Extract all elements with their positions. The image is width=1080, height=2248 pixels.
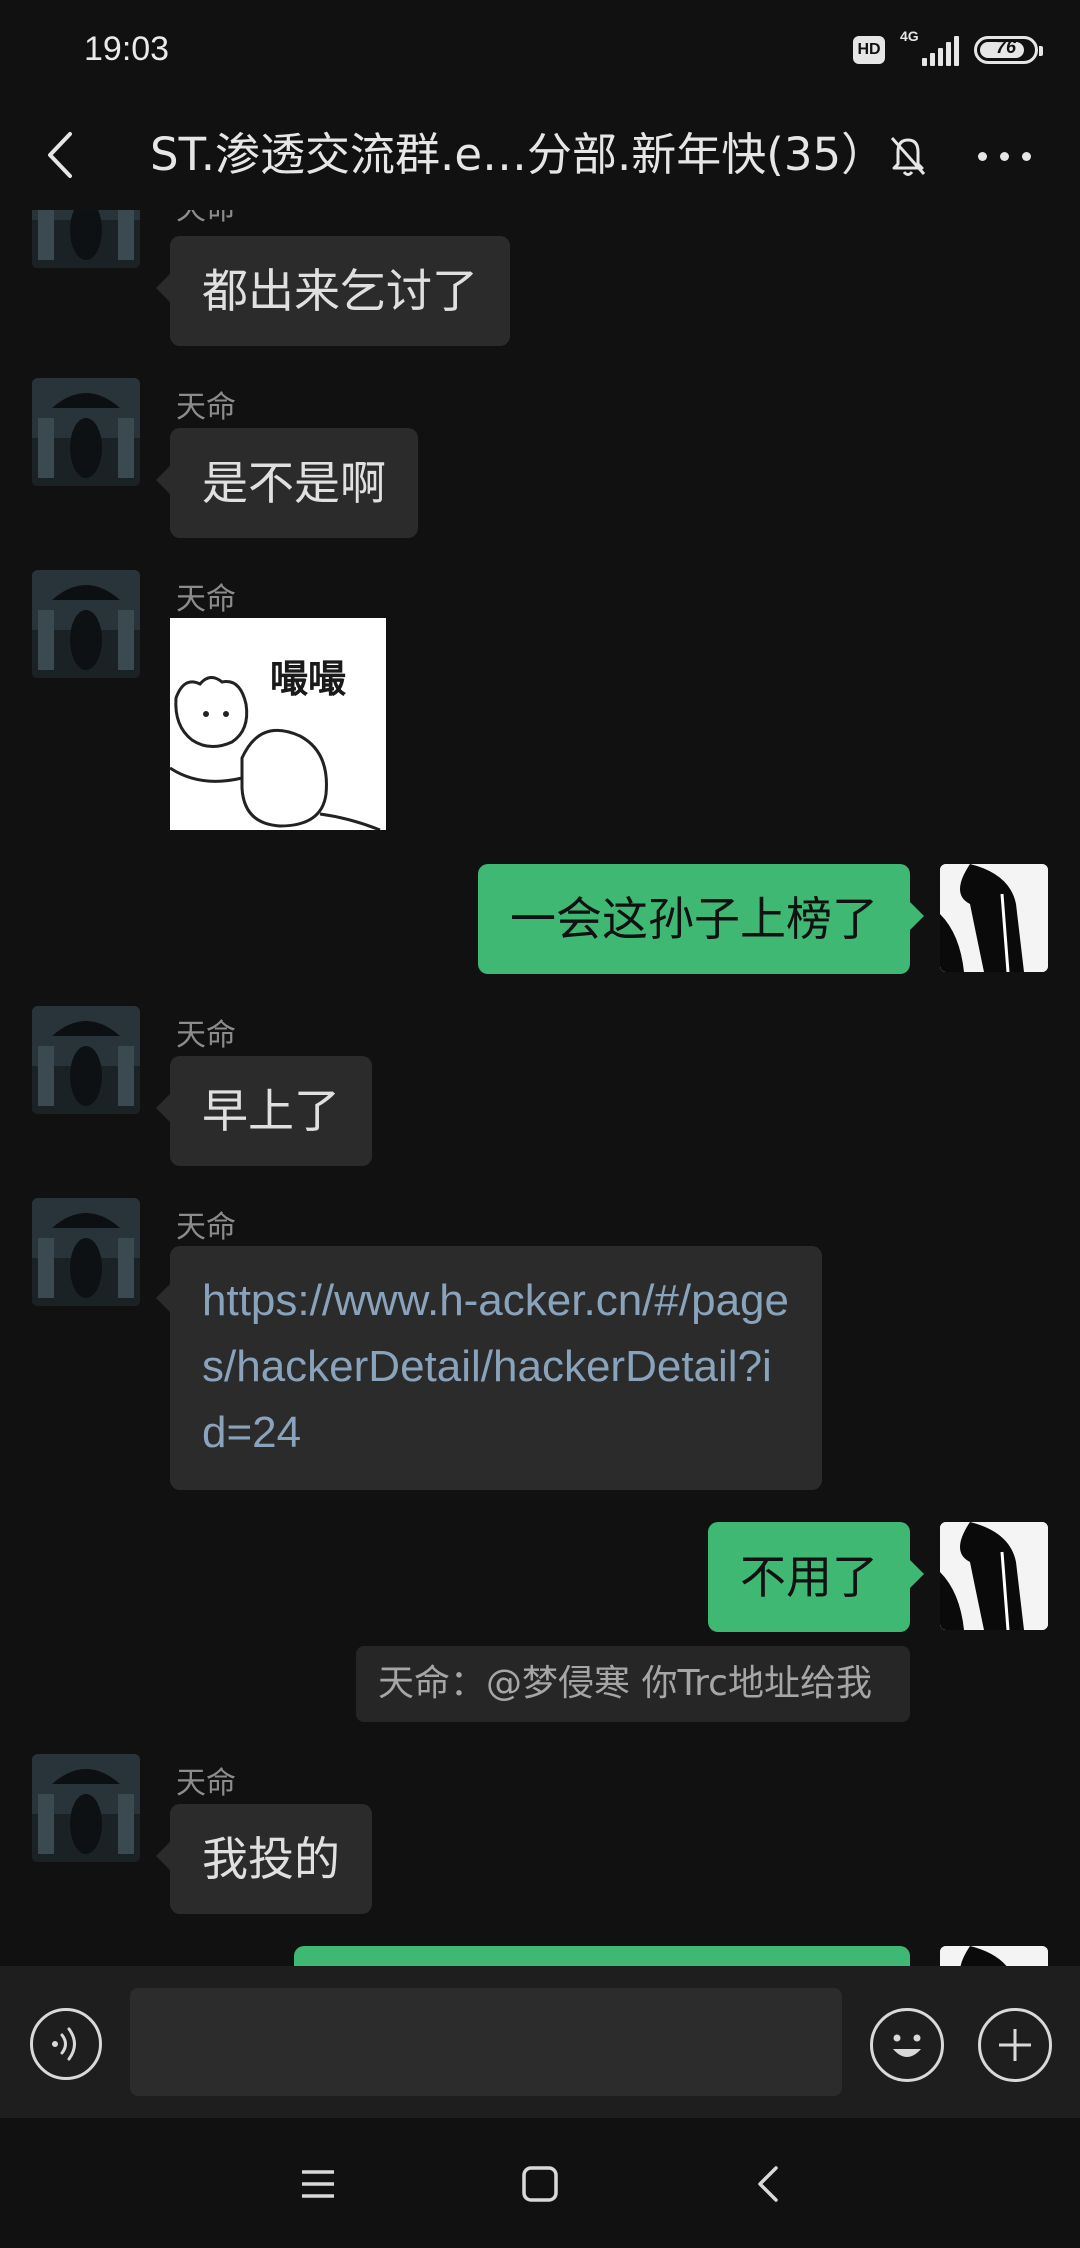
sender-name: 天命 <box>176 1018 236 1053</box>
battery-icon: 76 <box>974 36 1043 64</box>
message-text: 不用了 <box>740 1550 878 1604</box>
message-bubble-outgoing[interactable]: 不用了 <box>708 1522 924 1632</box>
more-dots-icon <box>978 152 987 161</box>
emoji-button[interactable] <box>870 2008 944 2082</box>
message-bubble-outgoing[interactable] <box>294 1946 910 1966</box>
more-button[interactable] <box>970 140 1040 170</box>
voice-button[interactable] <box>30 2008 102 2080</box>
self-avatar[interactable] <box>940 1522 1048 1630</box>
avatar[interactable] <box>32 1754 140 1862</box>
sender-name: 天命 <box>176 1210 236 1245</box>
message-bubble[interactable]: 早上了 <box>156 1056 372 1166</box>
avatar[interactable] <box>32 210 140 268</box>
bell-off-icon <box>890 137 926 176</box>
plus-icon <box>999 2029 1031 2061</box>
system-nav-bar <box>0 2118 1080 2248</box>
message-list[interactable]: 天命 都出来乞讨了 天命 是不是啊 天命 嘬嘬 一会这孙子上榜了 天命 <box>0 210 1080 1966</box>
sender-name: 天命 <box>176 390 236 425</box>
network-type: 4G <box>900 28 919 44</box>
message-text: 一会这孙子上榜了 <box>510 892 878 946</box>
message-bubble[interactable]: 是不是啊 <box>156 428 418 538</box>
message-text: 是不是啊 <box>202 456 386 510</box>
mute-indicator <box>888 130 928 180</box>
quoted-message[interactable]: 天命：@梦侵寒 你Trc地址给我 <box>356 1646 910 1722</box>
self-avatar[interactable] <box>940 1946 1048 1966</box>
battery-level: 76 <box>995 37 1017 57</box>
input-bar <box>0 1966 1080 2118</box>
sticker-image[interactable]: 嘬嘬 <box>170 618 386 830</box>
voice-icon <box>52 2027 76 2061</box>
avatar[interactable] <box>32 378 140 486</box>
back-button[interactable] <box>30 120 90 190</box>
chevron-left-icon <box>48 132 72 178</box>
quote-text: 天命：@梦侵寒 你Trc地址给我 <box>378 1663 872 1704</box>
message-bubble-link[interactable]: https://www.h-acker.cn/#/pages/hackerDet… <box>156 1246 822 1490</box>
avatar[interactable] <box>32 1006 140 1114</box>
chat-header: ST.渗透交流群.e…分部.新年快(35） <box>0 100 1080 210</box>
avatar[interactable] <box>32 1198 140 1306</box>
emoji-icon <box>893 2034 921 2057</box>
status-bar: 19:03 HD 4G 76 <box>0 0 1080 100</box>
avatar[interactable] <box>32 570 140 678</box>
signal-icon: 4G <box>900 28 960 68</box>
sender-name: 天命 <box>176 582 236 617</box>
message-bubble-outgoing[interactable]: 一会这孙子上榜了 <box>478 864 924 974</box>
message-text: 我投的 <box>202 1832 340 1886</box>
message-text: 都出来乞讨了 <box>202 264 478 318</box>
sender-name: 天命 <box>176 1766 236 1801</box>
back-triangle-icon[interactable] <box>748 2164 788 2204</box>
more-functions-button[interactable] <box>978 2008 1052 2082</box>
message-link[interactable]: https://www.h-acker.cn/#/pages/hackerDet… <box>202 1268 792 1466</box>
message-text: 早上了 <box>202 1084 340 1138</box>
hd-badge: HD <box>853 36 885 64</box>
sender-name: 天命 <box>176 210 236 228</box>
message-bubble[interactable]: 都出来乞讨了 <box>156 236 510 346</box>
message-input[interactable] <box>130 1988 842 2096</box>
status-time: 19:03 <box>84 30 170 68</box>
home-square-icon[interactable] <box>520 2164 560 2204</box>
self-avatar[interactable] <box>940 864 1048 972</box>
menu-icon[interactable] <box>298 2166 338 2202</box>
chat-title: ST.渗透交流群.e…分部.新年快(35） <box>150 128 887 181</box>
message-bubble[interactable]: 我投的 <box>156 1804 372 1914</box>
